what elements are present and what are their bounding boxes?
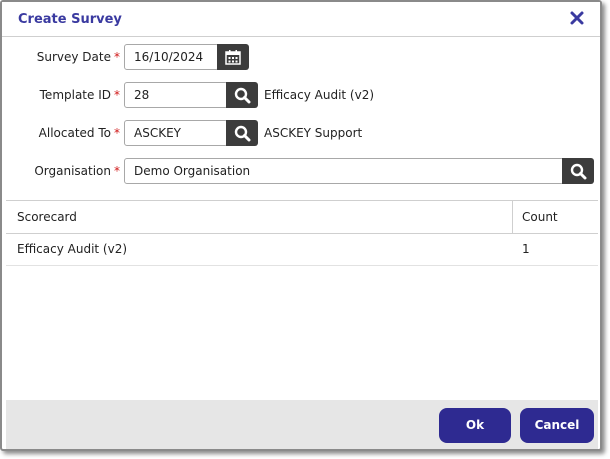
table-row[interactable]: Efficacy Audit (v2) 1 bbox=[6, 234, 598, 266]
allocated-to-label-text: Allocated To bbox=[38, 126, 111, 140]
cancel-button[interactable]: Cancel bbox=[520, 408, 594, 443]
survey-date-label-text: Survey Date bbox=[36, 50, 111, 64]
search-icon bbox=[234, 125, 251, 142]
allocated-to-description: ASCKEY Support bbox=[264, 126, 363, 140]
calendar-button[interactable] bbox=[217, 44, 249, 70]
dialog-titlebar: Create Survey bbox=[2, 2, 600, 37]
column-header-scorecard[interactable]: Scorecard bbox=[17, 201, 77, 233]
template-description: Efficacy Audit (v2) bbox=[264, 88, 375, 102]
survey-date-input[interactable]: 16/10/2024 bbox=[124, 44, 219, 70]
organisation-label-text: Organisation bbox=[34, 164, 111, 178]
required-marker: * bbox=[114, 50, 120, 64]
grid-header: Scorecard Count bbox=[6, 201, 598, 234]
ok-button[interactable]: Ok bbox=[439, 408, 511, 443]
template-id-input[interactable]: 28 bbox=[124, 82, 228, 108]
allocated-to-label: Allocated To * bbox=[12, 120, 120, 146]
organisation-label: Organisation * bbox=[12, 158, 120, 184]
search-icon bbox=[234, 87, 251, 104]
calendar-icon bbox=[225, 50, 241, 65]
survey-date-label: Survey Date * bbox=[12, 44, 120, 70]
template-id-label: Template ID * bbox=[12, 82, 120, 108]
required-marker: * bbox=[114, 88, 120, 102]
dialog-title: Create Survey bbox=[18, 12, 122, 27]
required-marker: * bbox=[114, 164, 120, 178]
organisation-search-button[interactable] bbox=[562, 158, 594, 184]
required-marker: * bbox=[114, 126, 120, 140]
search-icon bbox=[570, 163, 587, 180]
template-id-label-text: Template ID bbox=[39, 88, 111, 102]
allocated-search-button[interactable] bbox=[226, 120, 258, 146]
organisation-input[interactable]: Demo Organisation bbox=[124, 158, 564, 184]
column-header-count[interactable]: Count bbox=[512, 201, 598, 233]
close-icon[interactable] bbox=[568, 9, 586, 27]
scorecard-grid: Scorecard Count Efficacy Audit (v2) 1 bbox=[6, 200, 598, 402]
allocated-to-input[interactable]: ASCKEY bbox=[124, 120, 228, 146]
template-search-button[interactable] bbox=[226, 82, 258, 108]
cell-count: 1 bbox=[522, 242, 530, 256]
dialog-footer: Ok Cancel bbox=[6, 400, 598, 449]
create-survey-dialog: Create Survey Survey Date * 16/10/2024 Te… bbox=[0, 0, 602, 451]
cell-scorecard: Efficacy Audit (v2) bbox=[17, 242, 128, 256]
